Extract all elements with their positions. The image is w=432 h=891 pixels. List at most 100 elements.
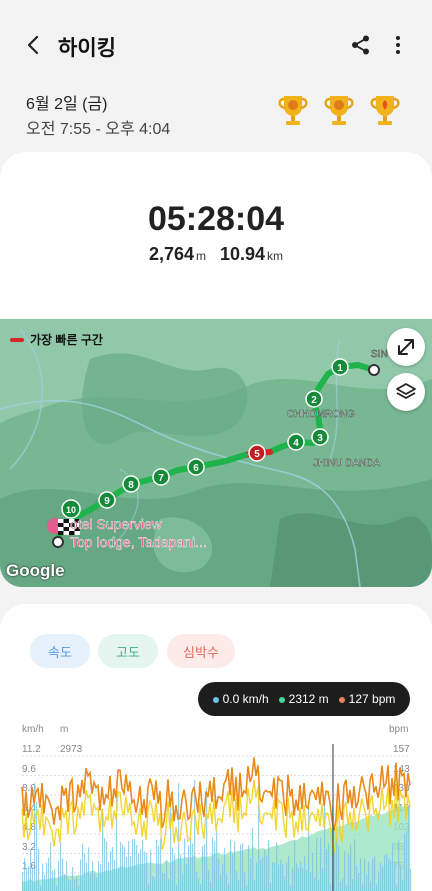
place-label: JHINU DANDA xyxy=(313,458,381,469)
speed-bar xyxy=(246,885,248,891)
speed-bar xyxy=(124,847,126,891)
km-marker[interactable]: 6 xyxy=(187,458,205,476)
speed-bar xyxy=(50,842,52,891)
speed-bar xyxy=(384,855,386,891)
hotel-label: otel Superview xyxy=(70,516,163,532)
km-marker-label: 1 xyxy=(337,363,343,374)
speed-bar xyxy=(240,844,242,891)
speed-bar xyxy=(84,853,86,891)
tab-heart-rate[interactable]: 심박수 xyxy=(167,634,235,668)
speed-bar xyxy=(172,847,174,891)
speed-bar xyxy=(70,880,72,891)
summary-card: 05:28:04 2,764 m 10.94 km xyxy=(0,152,432,322)
speed-bar xyxy=(94,873,96,891)
km-marker[interactable]: 5 xyxy=(248,444,266,462)
speed-bar xyxy=(402,879,404,891)
tab-altitude[interactable]: 고도 xyxy=(98,634,158,668)
speed-bar xyxy=(238,879,240,891)
distance-value: 10.94 xyxy=(220,244,266,264)
map-terrain: 1 2 3 4 5 6 7 8 9 10 SIN CHHOMRONG JHINU… xyxy=(0,319,432,587)
speed-bar xyxy=(154,877,156,891)
speed-bar xyxy=(296,863,298,891)
speed-bar xyxy=(234,841,236,891)
km-marker[interactable]: 4 xyxy=(287,433,305,451)
km-marker[interactable]: 1 xyxy=(331,358,349,376)
speed-bar xyxy=(120,841,122,891)
trophy-icon[interactable] xyxy=(321,92,357,128)
km-marker[interactable]: 9 xyxy=(98,491,116,509)
speed-bar xyxy=(118,867,120,891)
speed-bar xyxy=(278,864,280,891)
speed-bar xyxy=(130,856,132,891)
speed-bar xyxy=(392,843,394,891)
speed-bar xyxy=(96,877,98,891)
km-marker[interactable]: 7 xyxy=(152,468,170,486)
speed-bar xyxy=(190,837,192,891)
speed-bar xyxy=(386,854,388,891)
speed-bar xyxy=(98,860,100,891)
speed-bar xyxy=(374,856,376,891)
speed-bar xyxy=(376,883,378,891)
speed-bar xyxy=(134,838,136,891)
speed-bar xyxy=(78,885,80,891)
speed-bar xyxy=(162,873,164,891)
km-marker[interactable]: 3 xyxy=(311,428,329,446)
legend-label: 가장 빠른 구간 xyxy=(30,333,103,347)
speed-bar xyxy=(180,854,182,891)
km-marker[interactable]: 2 xyxy=(305,390,323,408)
speed-bar xyxy=(202,846,204,891)
elevation-unit: m xyxy=(196,249,206,263)
tooltip-speed-value: 0.0 km/h xyxy=(222,692,269,706)
route-map[interactable]: 1 2 3 4 5 6 7 8 9 10 SIN CHHOMRONG JHINU… xyxy=(0,319,432,587)
speed-bar xyxy=(178,783,180,891)
tooltip-speed: 0.0 km/h xyxy=(212,692,269,706)
speed-bar xyxy=(406,831,408,891)
speed-bar xyxy=(356,866,358,891)
tooltip-altitude-value: 2312 m xyxy=(288,692,329,706)
speed-bar xyxy=(350,844,352,891)
speed-bar xyxy=(136,844,138,891)
speed-bar xyxy=(228,883,230,891)
speed-bar xyxy=(182,874,184,891)
speed-bar xyxy=(192,843,194,891)
speed-bar xyxy=(42,863,44,891)
speed-bar xyxy=(306,870,308,891)
speed-bar xyxy=(48,857,50,891)
speed-bar xyxy=(262,857,264,891)
speed-bar xyxy=(52,870,54,891)
session-time-range: 오전 7:55 - 오후 4:04 xyxy=(26,121,171,138)
route-end-point xyxy=(52,536,64,548)
back-arrow-icon[interactable] xyxy=(22,33,46,57)
km-marker[interactable]: 8 xyxy=(122,475,140,493)
share-icon[interactable] xyxy=(350,34,372,56)
more-options-icon[interactable] xyxy=(388,34,408,56)
altitude-unit-label: m xyxy=(60,724,69,735)
speed-bar xyxy=(168,879,170,891)
tab-speed[interactable]: 속도 xyxy=(30,634,90,668)
speed-bar xyxy=(146,852,148,891)
activity-chart[interactable] xyxy=(0,744,432,891)
duration-value: 05:28:04 xyxy=(147,200,285,238)
speed-bar xyxy=(236,870,238,891)
speed-bar xyxy=(248,844,250,891)
speed-bar xyxy=(218,858,220,891)
speed-bar xyxy=(288,856,290,891)
speed-bar xyxy=(176,884,178,891)
speed-bar xyxy=(184,838,186,891)
session-date: 6월 2일 (금) xyxy=(26,96,108,113)
speed-bar xyxy=(410,868,412,891)
speed-bar xyxy=(28,866,30,891)
map-layers-button[interactable] xyxy=(387,373,425,411)
speed-bar xyxy=(128,841,130,891)
elevation-value: 2,764 xyxy=(148,244,194,264)
speed-bar xyxy=(314,877,316,891)
trophy-icon[interactable] xyxy=(275,92,311,128)
speed-bar xyxy=(326,848,328,891)
speed-bar xyxy=(22,872,24,891)
expand-map-button[interactable] xyxy=(387,328,425,366)
speed-bar xyxy=(222,863,224,891)
km-marker-label: 10 xyxy=(66,505,76,515)
speed-bar xyxy=(232,853,234,891)
speed-bar xyxy=(58,860,60,891)
trophy-icon[interactable] xyxy=(367,92,403,128)
